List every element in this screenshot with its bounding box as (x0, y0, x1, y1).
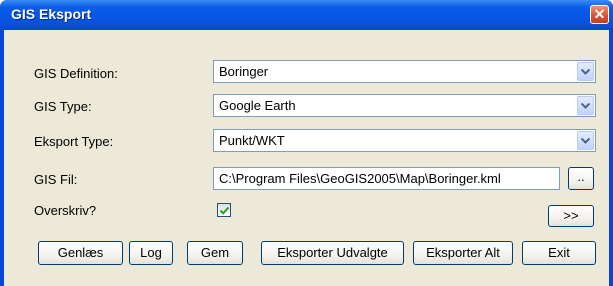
gis-definition-value: Boringer (219, 64, 269, 79)
exit-button-label: Exit (548, 245, 570, 260)
eksporter-udvalgte-button[interactable]: Eksporter Udvalgte (261, 241, 404, 265)
window-title: GIS Eksport (11, 6, 92, 22)
browse-button[interactable]: .. (568, 167, 594, 190)
gis-type-dropdown[interactable]: Google Earth (213, 94, 596, 117)
genlaes-button-label: Genlæs (57, 245, 104, 260)
chevron-down-icon[interactable] (577, 131, 594, 150)
exit-button[interactable]: Exit (522, 241, 596, 265)
gis-definition-dropdown[interactable]: Boringer (213, 60, 596, 83)
log-button[interactable]: Log (129, 241, 173, 265)
checkmark-icon (219, 206, 230, 215)
eksport-type-dropdown[interactable]: Punkt/WKT (213, 129, 596, 152)
expand-button-label: >> (563, 208, 579, 223)
title-bar[interactable]: GIS Eksport ✕ (0, 0, 613, 30)
eksport-type-label: Eksport Type: (34, 134, 114, 149)
gem-button-label: Gem (200, 245, 230, 260)
gis-type-value: Google Earth (219, 98, 296, 113)
gem-button[interactable]: Gem (187, 241, 243, 265)
chevron-down-icon[interactable] (577, 62, 594, 81)
genlaes-button[interactable]: Genlæs (38, 241, 123, 265)
gis-fil-input[interactable]: C:\Program Files\GeoGIS2005\Map\Boringer… (213, 167, 560, 190)
close-icon: ✕ (593, 6, 606, 22)
gis-type-label: GIS Type: (34, 99, 92, 114)
eksporter-alt-button[interactable]: Eksporter Alt (413, 241, 513, 265)
overskriv-label: Overskriv? (34, 203, 97, 218)
chevron-down-icon[interactable] (577, 96, 594, 115)
eksporter-udvalgte-button-label: Eksporter Udvalgte (277, 245, 388, 260)
gis-fil-value: C:\Program Files\GeoGIS2005\Map\Boringer… (219, 171, 501, 186)
eksport-type-value: Punkt/WKT (219, 133, 285, 148)
gis-eksport-window: GIS Eksport ✕ GIS Definition: Boringer G… (0, 0, 613, 286)
expand-button[interactable]: >> (548, 205, 594, 227)
gis-definition-label: GIS Definition: (34, 66, 118, 81)
eksporter-alt-button-label: Eksporter Alt (426, 245, 500, 260)
log-button-label: Log (140, 245, 162, 260)
close-button[interactable]: ✕ (590, 5, 609, 24)
dialog-body: GIS Definition: Boringer GIS Type: Googl… (4, 30, 609, 286)
browse-button-label: .. (577, 169, 585, 184)
overskriv-checkbox[interactable] (217, 203, 231, 217)
gis-fil-label: GIS Fil: (34, 172, 78, 187)
